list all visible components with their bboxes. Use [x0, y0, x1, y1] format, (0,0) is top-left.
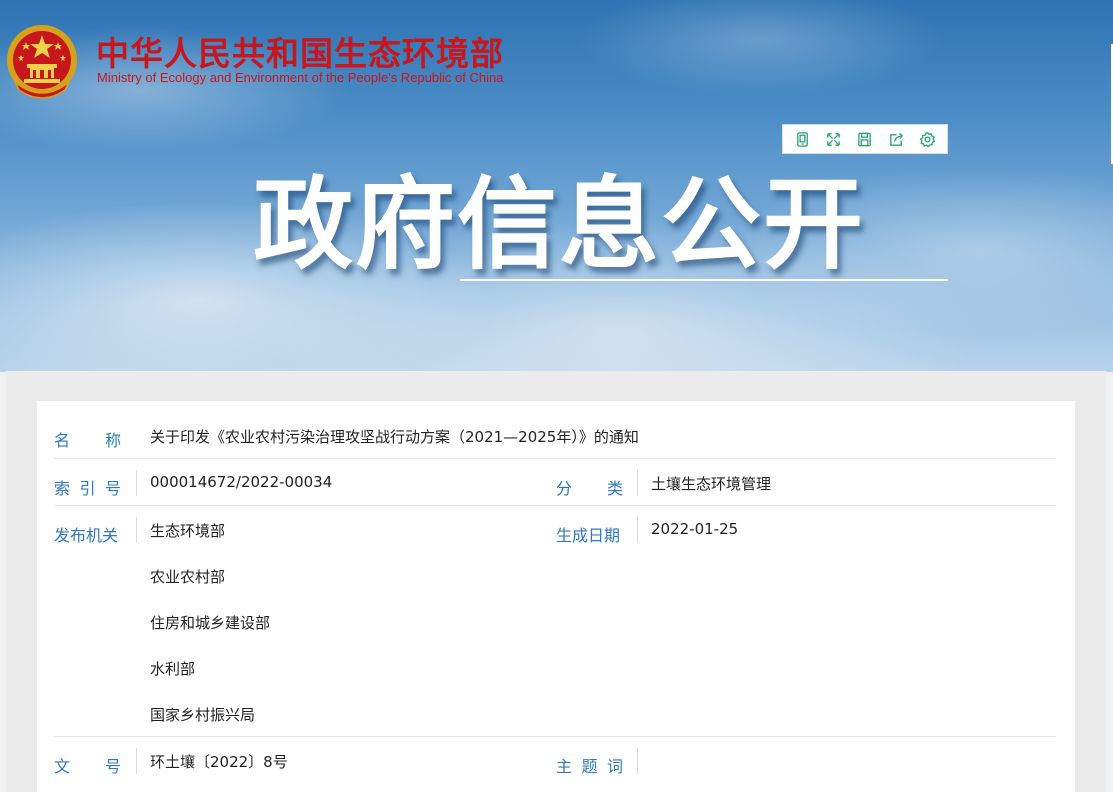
- label-char: 分: [556, 479, 573, 498]
- fullscreen-button[interactable]: [822, 127, 846, 151]
- label-divider: [136, 748, 137, 774]
- national-emblem-icon: [7, 25, 77, 99]
- issuer-item: 水利部: [150, 660, 196, 678]
- label-char: 号: [104, 479, 121, 498]
- settings-button[interactable]: [915, 127, 939, 151]
- page-title: 政府信息公开: [253, 166, 865, 283]
- label-date: 生成日期: [556, 526, 621, 545]
- issuer-item: 生态环境部: [150, 522, 226, 540]
- fullscreen-icon: [827, 132, 841, 146]
- share-button[interactable]: [884, 127, 908, 151]
- value-docno: 环土壤〔2022〕8号: [150, 753, 288, 771]
- label-char: 号: [104, 757, 121, 776]
- mobile-icon: [797, 131, 808, 147]
- value-index: 000014672/2022-00034: [150, 473, 333, 491]
- label-name: 名 称: [54, 427, 121, 451]
- label-divider: [136, 470, 137, 496]
- header-banner: 中华人民共和国生态环境部 Ministry of Ecology and Env…: [0, 0, 1113, 372]
- info-row-issuer: 发布机关 生态环境部 农业农村部 住房和城乡建设部 水利部 国家乡村振兴局 生成…: [54, 506, 1056, 737]
- ministry-name-en: Ministry of Ecology and Environment of t…: [97, 70, 504, 85]
- label-char: 题: [581, 757, 598, 776]
- info-row-docno: 文 号 环土壤〔2022〕8号 主 题 词: [54, 737, 1056, 792]
- save-button[interactable]: [853, 127, 877, 151]
- label-keywords: 主 题 词: [556, 753, 623, 777]
- page-toolbar: [782, 124, 948, 154]
- label-index: 索 引 号: [54, 475, 121, 499]
- info-row-index: 索 引 号 000014672/2022-00034 分 类 土壤生态环境管理: [54, 459, 1056, 506]
- label-char: 称: [104, 431, 121, 450]
- label-char: 名: [54, 431, 71, 450]
- label-char: 主: [556, 757, 573, 776]
- label-char: 文: [54, 757, 71, 776]
- issuer-item: 国家乡村振兴局: [150, 706, 256, 724]
- title-underline: [460, 279, 948, 281]
- label-char: 索: [54, 479, 71, 498]
- settings-icon: [919, 131, 936, 148]
- label-divider: [637, 748, 638, 774]
- label-char: 引: [79, 479, 96, 498]
- value-date: 2022-01-25: [651, 520, 739, 538]
- value-category: 土壤生态环境管理: [651, 475, 772, 493]
- label-category: 分 类: [556, 475, 623, 499]
- label-divider: [136, 517, 137, 543]
- mobile-view-button[interactable]: [791, 127, 815, 151]
- label-divider: [637, 470, 638, 496]
- label-divider: [637, 517, 638, 543]
- value-name: 关于印发《农业农村污染治理攻坚战行动方案（2021—2025年）》的通知: [150, 428, 639, 446]
- issuer-item: 农业农村部: [150, 568, 226, 586]
- label-docno: 文 号: [54, 753, 121, 777]
- label-char: 类: [606, 479, 623, 498]
- issuer-item: 住房和城乡建设部: [150, 614, 271, 632]
- share-icon: [889, 132, 903, 146]
- save-icon: [858, 132, 872, 146]
- label-issuer: 发布机关: [54, 526, 119, 545]
- ministry-name-cn: 中华人民共和国生态环境部: [96, 34, 504, 73]
- info-row-name: 名 称 关于印发《农业农村污染治理攻坚战行动方案（2021—2025年）》的通知: [54, 413, 1056, 459]
- label-char: 词: [606, 757, 623, 776]
